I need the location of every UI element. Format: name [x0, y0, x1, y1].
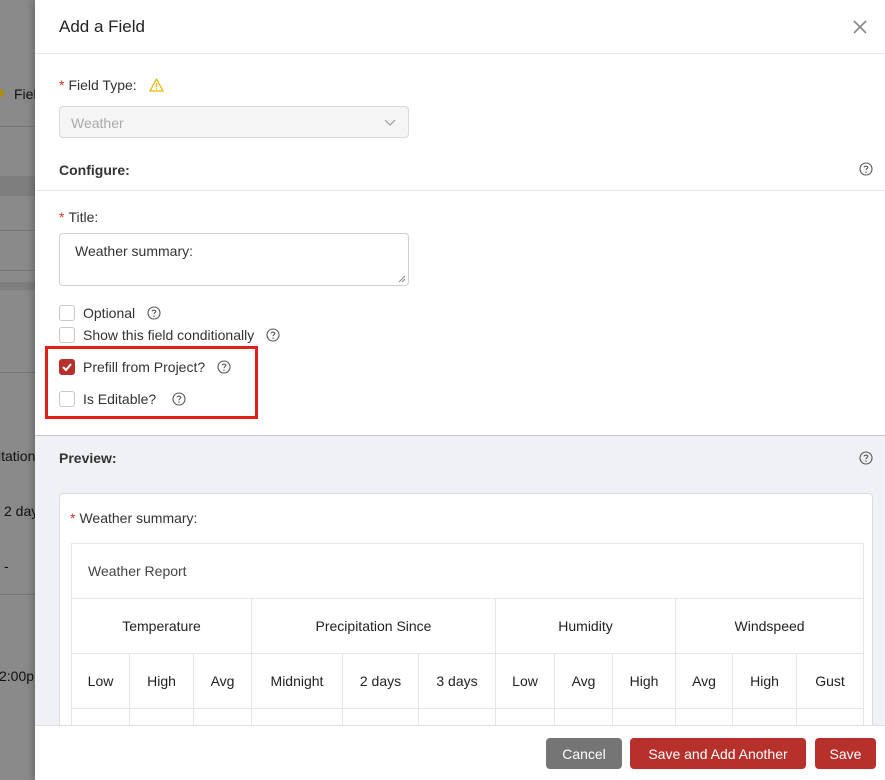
group-header-temperature: Temperature [71, 598, 252, 654]
bg-text-fragment: 2 day [4, 503, 39, 519]
help-icon[interactable] [266, 328, 280, 342]
bg-divider [0, 594, 40, 595]
subheader-cell: High [129, 653, 194, 709]
title-label-row: * Title: [59, 209, 99, 225]
save-button[interactable]: Save [815, 738, 876, 769]
configure-heading: Configure: [59, 162, 130, 178]
subheader-cell: Avg [193, 653, 252, 709]
preview-card: * Weather summary: Weather Report Tempera… [59, 493, 873, 764]
bg-divider [0, 126, 40, 127]
conditional-option[interactable]: Show this field conditionally [59, 326, 280, 344]
preview-field-label: * Weather summary: [70, 510, 198, 526]
optional-checkbox[interactable] [59, 305, 75, 321]
drawer-title: Add a Field [59, 17, 145, 36]
save-and-add-another-button[interactable]: Save and Add Another [630, 738, 806, 769]
close-icon[interactable] [849, 16, 871, 38]
bg-divider [0, 270, 40, 271]
bg-divider [0, 230, 40, 231]
bg-text-fragment: 2:00p [0, 668, 35, 684]
chevron-down-icon [384, 119, 396, 126]
add-field-drawer: Add a Field * Field Type: Weather Configu… [35, 0, 885, 780]
cancel-button[interactable]: Cancel [546, 738, 622, 769]
conditional-label: Show this field conditionally [83, 327, 255, 343]
subheader-cell: Gust [795, 653, 865, 709]
bg-band [0, 282, 40, 290]
help-icon[interactable] [147, 306, 161, 320]
subheader-cell: Low [495, 653, 555, 709]
help-icon[interactable] [859, 451, 873, 465]
bg-divider [0, 372, 40, 373]
field-type-label-row: * Field Type: [59, 77, 164, 93]
help-icon[interactable] [859, 162, 873, 176]
background-page: Fiel itation 2 day - 2:00p [0, 0, 40, 780]
field-type-select[interactable]: Weather [59, 106, 409, 138]
optional-label: Optional [83, 305, 136, 321]
subheader-cell: High [732, 653, 797, 709]
highlight-annotation [45, 346, 258, 419]
subheader-cell: Midnight [251, 653, 343, 709]
preview-section: Preview: * Weather summary: Weather Repor… [35, 435, 885, 764]
subheader-cell: Avg [554, 653, 613, 709]
field-type-label: Field Type: [68, 77, 137, 93]
preview-field-text: Weather summary: [79, 510, 198, 526]
subheader-cell: Low [71, 653, 130, 709]
conditional-checkbox[interactable] [59, 327, 75, 343]
section-divider [35, 190, 885, 191]
warning-icon [148, 78, 164, 92]
group-header-windspeed: Windspeed [674, 598, 865, 654]
bg-band [0, 176, 40, 196]
subheader-cell: Avg [675, 653, 733, 709]
status-dot-icon [0, 89, 4, 97]
resize-handle-icon[interactable] [398, 275, 406, 283]
title-label: Title: [68, 209, 99, 225]
field-type-value: Weather [71, 115, 124, 131]
subheader-cell: 2 days [342, 653, 419, 709]
bg-text-fragment: - [4, 558, 9, 574]
bg-text-fragment: itation [0, 448, 36, 464]
subheader-cell: 3 days [418, 653, 496, 709]
group-header-precipitation: Precipitation Since [251, 598, 496, 654]
preview-heading: Preview: [59, 450, 117, 466]
subheader-cell: High [612, 653, 676, 709]
group-header-humidity: Humidity [495, 598, 676, 654]
drawer-footer: Cancel Save and Add Another Save [35, 725, 885, 780]
bg-text-fragment: Fiel [14, 86, 37, 102]
table-caption: Weather Report [70, 543, 865, 599]
title-value: Weather summary: [75, 243, 193, 259]
title-textarea[interactable]: Weather summary: [59, 233, 409, 286]
drawer-header: Add a Field [35, 0, 885, 54]
optional-option[interactable]: Optional [59, 304, 161, 322]
